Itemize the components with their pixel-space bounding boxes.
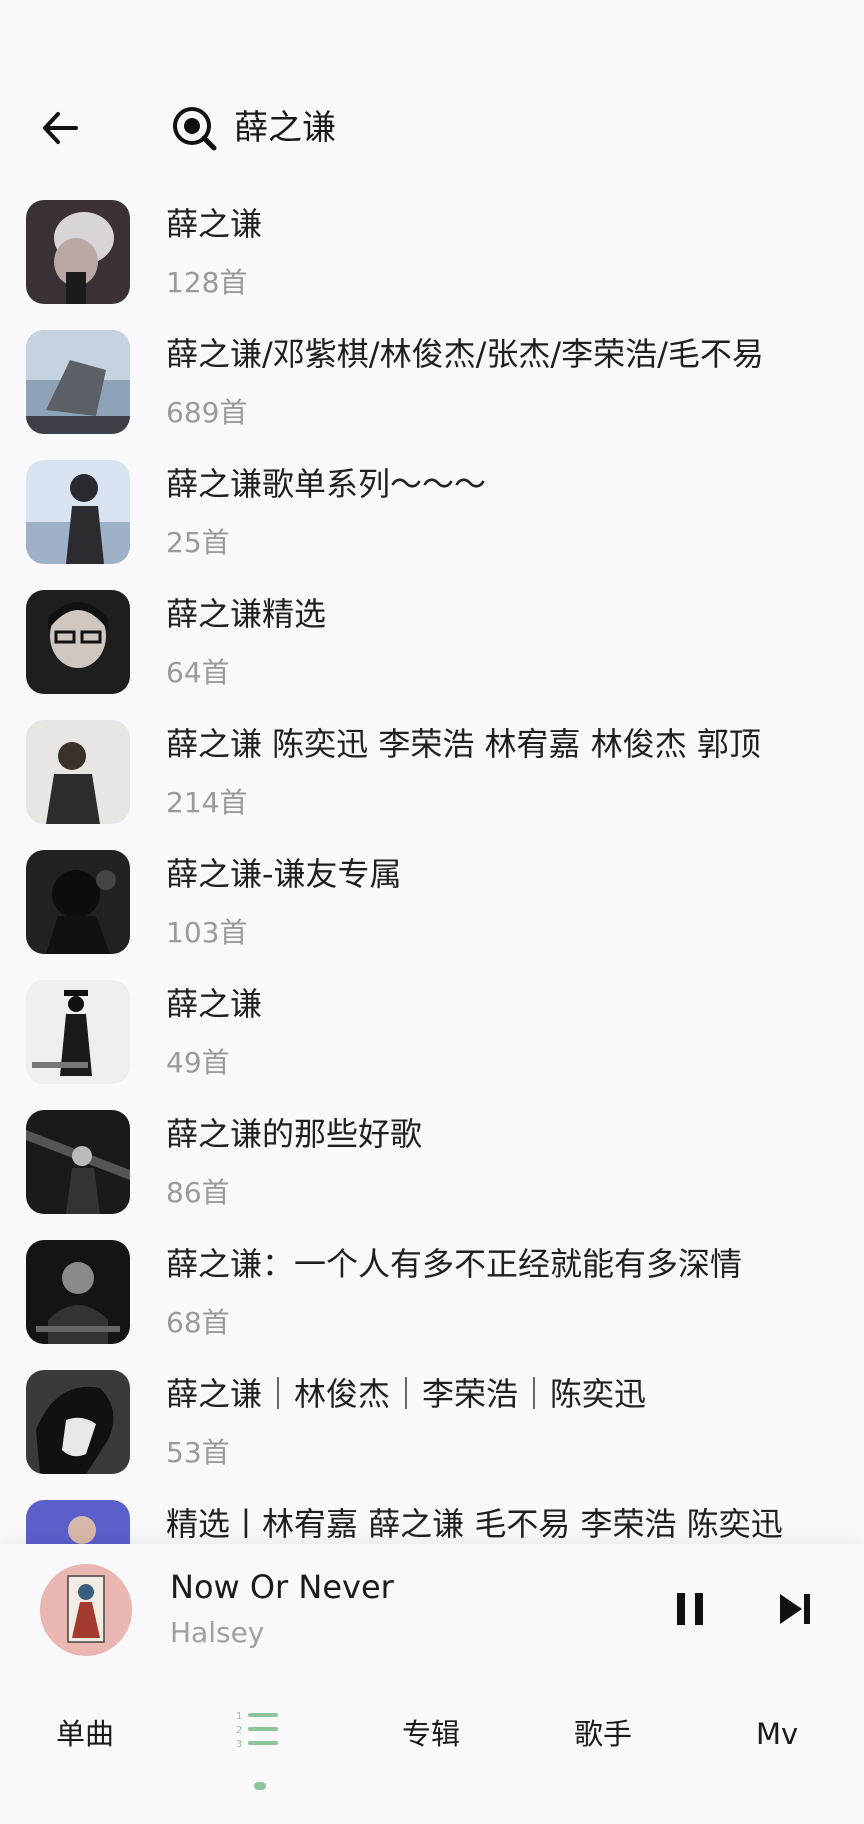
playlist-title: 薛之谦精选 <box>166 595 327 633</box>
playlist-cover-image <box>26 1370 130 1474</box>
active-tab-indicator <box>254 1782 266 1790</box>
svg-text:3: 3 <box>236 1739 242 1750</box>
playlist-cover-image <box>26 720 130 824</box>
list-item[interactable]: 薛之谦 128首 <box>0 196 864 326</box>
playlist-song-count: 689首 <box>166 396 248 429</box>
bottom-tab-bar: 单曲 1 2 3 专辑 歌手 Mv <box>0 1684 864 1824</box>
pause-icon[interactable] <box>672 1588 714 1630</box>
playlist-results: 薛之谦 128首 薛之谦/邓紫棋/林俊杰/张杰/李荣浩/毛不易 689首 薛之谦… <box>0 196 864 1626</box>
tab-album[interactable]: 专辑 <box>402 1714 460 1754</box>
tab-single[interactable]: 单曲 <box>56 1714 114 1754</box>
playlist-title: 薛之谦：一个人有多不正经就能有多深情 <box>166 1245 743 1283</box>
playlist-title: 薛之谦 陈奕迅 李荣浩 林宥嘉 林俊杰 郭顶 <box>166 725 761 763</box>
playlist-title: 薛之谦 <box>166 205 263 243</box>
playlist-cover-image <box>26 200 130 304</box>
playlist-song-count: 25首 <box>166 526 230 559</box>
list-item[interactable]: 薛之谦 陈奕迅 李荣浩 林宥嘉 林俊杰 郭顶 214首 <box>0 716 864 846</box>
album-cover-image <box>40 1564 132 1656</box>
list-item[interactable]: 薛之谦：一个人有多不正经就能有多深情 68首 <box>0 1236 864 1366</box>
playlist-song-count: 103首 <box>166 916 248 949</box>
tab-mv[interactable]: Mv <box>756 1714 798 1754</box>
list-item[interactable]: 薛之谦-谦友专属 103首 <box>0 846 864 976</box>
mini-player[interactable]: Now Or Never Halsey <box>0 1544 864 1684</box>
playlist-cover-image <box>26 460 130 564</box>
playlist-title: 薛之谦 <box>166 985 263 1023</box>
playlist-song-count: 64首 <box>166 656 230 689</box>
playlist-cover-image <box>26 590 130 694</box>
playlist-cover-image <box>26 1110 130 1214</box>
list-item[interactable]: 薛之谦精选 64首 <box>0 586 864 716</box>
skip-next-icon[interactable] <box>776 1588 818 1630</box>
list-item[interactable]: 薛之谦的那些好歌 86首 <box>0 1106 864 1236</box>
playlist-song-count: 68首 <box>166 1306 230 1339</box>
playlist-title: 薛之谦/邓紫棋/林俊杰/张杰/李荣浩/毛不易 <box>166 335 764 373</box>
playlist-song-count: 86首 <box>166 1176 230 1209</box>
playlist-cover-image <box>26 330 130 434</box>
playlist-title: 薛之谦｜林俊杰｜李荣浩｜陈奕迅 <box>166 1375 647 1413</box>
playlist-title: 薛之谦的那些好歌 <box>166 1115 423 1153</box>
list-item[interactable]: 薛之谦｜林俊杰｜李荣浩｜陈奕迅 53首 <box>0 1366 864 1496</box>
playlist-cover-image <box>26 1240 130 1344</box>
song-artist: Halsey <box>170 1616 265 1649</box>
list-item[interactable]: 薛之谦歌单系列～～～ 25首 <box>0 456 864 586</box>
playlist-song-count: 49首 <box>166 1046 230 1079</box>
playlist-cover-image <box>26 980 130 1084</box>
playlist-title: 薛之谦-谦友专属 <box>166 855 402 893</box>
list-item[interactable]: 薛之谦 49首 <box>0 976 864 1106</box>
search-query[interactable]: 薛之谦 <box>234 108 336 148</box>
list-item[interactable]: 薛之谦/邓紫棋/林俊杰/张杰/李荣浩/毛不易 689首 <box>0 326 864 456</box>
tab-singer[interactable]: 歌手 <box>574 1714 632 1754</box>
playlist-cover-image <box>26 850 130 954</box>
playlist-title: 精选丨林宥嘉 薛之谦 毛不易 李荣浩 陈奕迅 <box>166 1505 783 1543</box>
svg-text:2: 2 <box>236 1725 242 1736</box>
playlist-song-count: 53首 <box>166 1436 230 1469</box>
search-icon[interactable] <box>172 106 218 152</box>
playlist-song-count: 214首 <box>166 786 248 819</box>
playlist-title: 薛之谦歌单系列～～～ <box>166 465 487 503</box>
back-arrow-icon[interactable] <box>36 102 88 154</box>
song-title: Now Or Never <box>170 1568 394 1606</box>
playlist-song-count: 128首 <box>166 266 248 299</box>
search-header: 薛之谦 <box>0 80 864 180</box>
playlist-list-icon[interactable]: 1 2 3 <box>236 1708 280 1752</box>
svg-text:1: 1 <box>236 1711 242 1722</box>
